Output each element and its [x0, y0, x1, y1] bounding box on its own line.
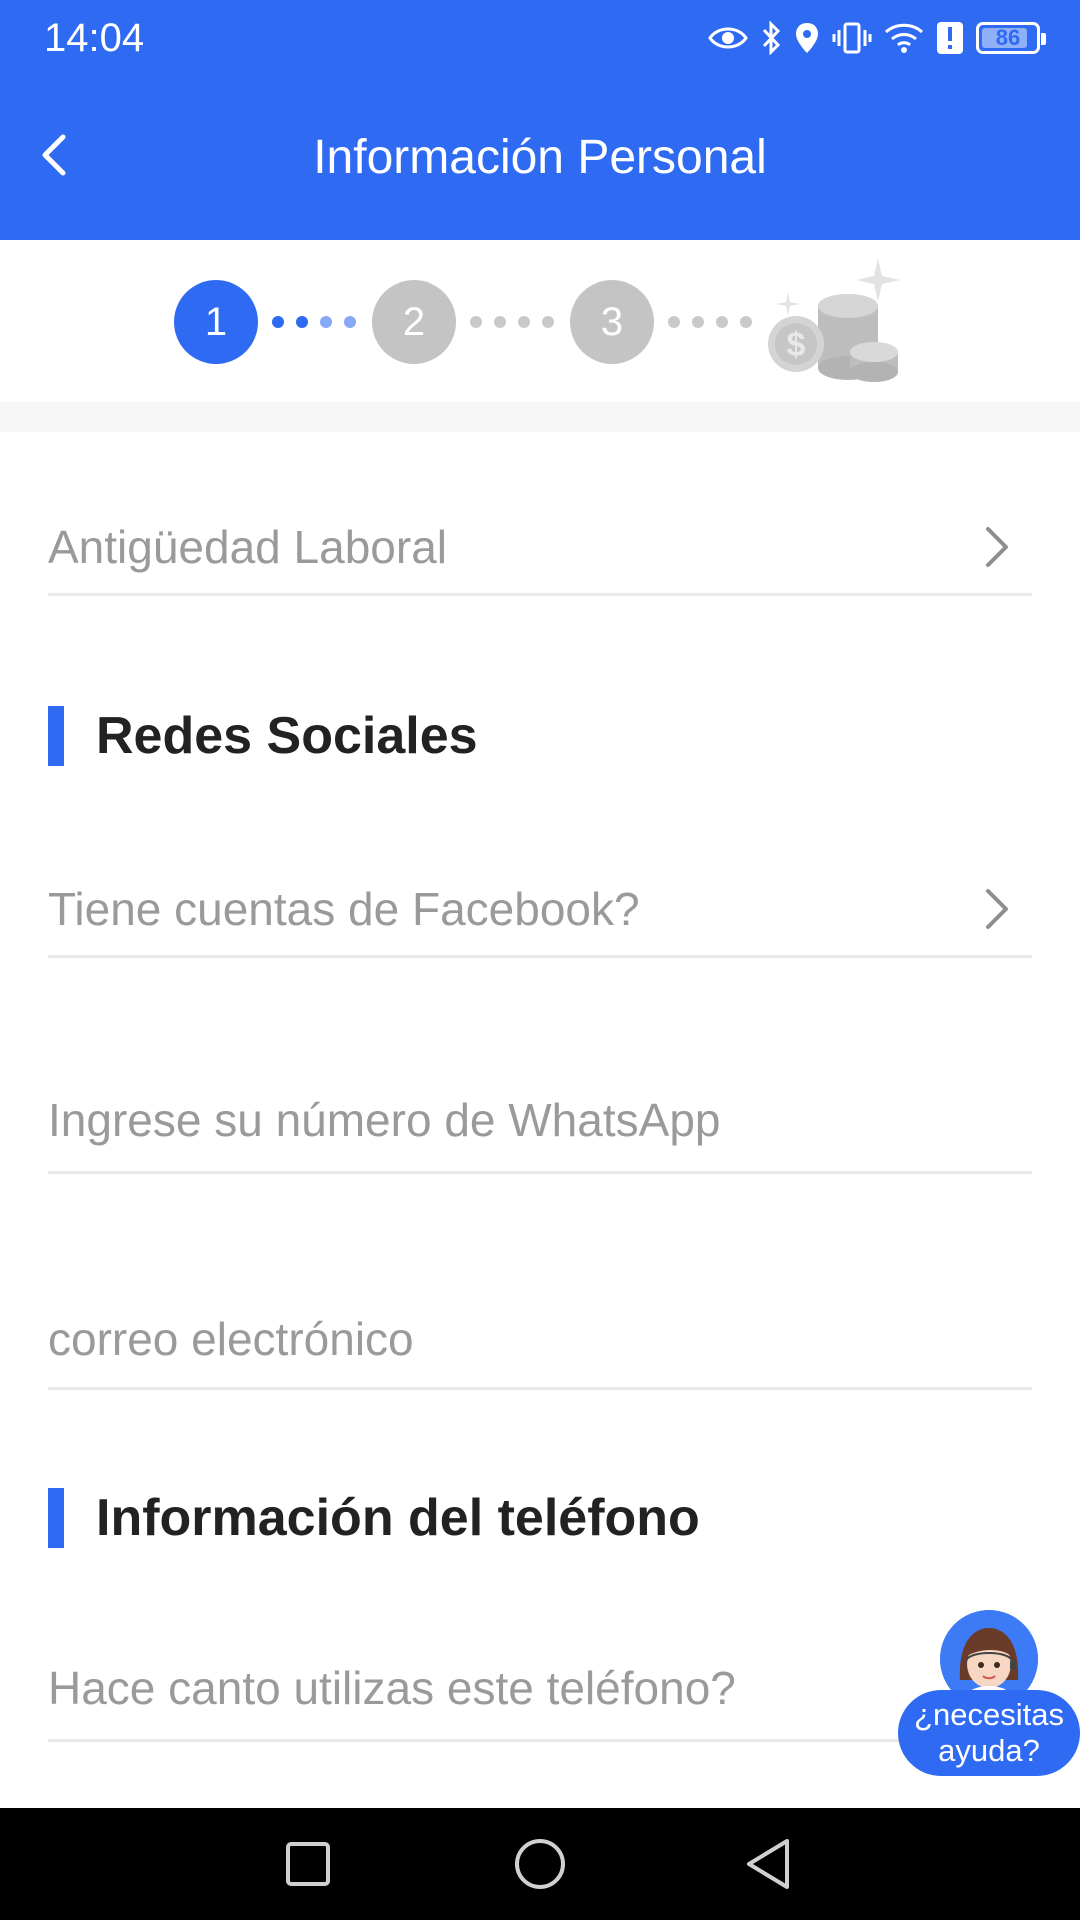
battery-level: 86 — [995, 25, 1021, 50]
back-icon — [747, 1839, 789, 1889]
chevron-right-icon — [986, 888, 1008, 929]
phone-usage-select[interactable]: Hace canto utilizas este teléfono? — [48, 1636, 1032, 1742]
help-label-line1: ¿necesitas — [914, 1697, 1064, 1732]
bluetooth-icon — [760, 21, 782, 55]
antiguedad-laboral-select[interactable]: Antigüedad Laboral — [48, 500, 1032, 596]
facebook-account-select[interactable]: Tiene cuentas de Facebook? — [48, 862, 1032, 958]
section-title-telefono: Información del teléfono — [48, 1488, 700, 1548]
step-3: 3 — [570, 280, 654, 364]
step-connector — [470, 316, 554, 328]
email-field-row — [48, 1290, 1032, 1390]
section-title-redes-sociales: Redes Sociales — [48, 706, 478, 766]
whatsapp-field-row — [48, 1068, 1032, 1174]
help-label-line2: ayuda? — [938, 1733, 1040, 1768]
step-connector — [668, 316, 752, 328]
wifi-icon — [884, 22, 924, 54]
facebook-account-label: Tiene cuentas de Facebook? — [48, 882, 640, 935]
recents-icon — [286, 1842, 330, 1886]
status-time: 14:04 — [44, 16, 145, 60]
help-button[interactable]: ¿necesitas ayuda? — [898, 1610, 1080, 1776]
recents-button[interactable] — [276, 1832, 340, 1896]
home-icon — [515, 1839, 565, 1889]
section-title-text: Información del teléfono — [96, 1489, 700, 1547]
chevron-right-icon — [986, 526, 1008, 567]
eye-icon — [708, 24, 748, 52]
location-icon — [794, 21, 820, 55]
antiguedad-laboral-label: Antigüedad Laboral — [48, 520, 447, 573]
whatsapp-input[interactable] — [48, 1092, 1032, 1147]
system-back-button[interactable] — [736, 1832, 800, 1896]
step-2: 2 — [372, 280, 456, 364]
email-input[interactable] — [48, 1311, 1032, 1366]
home-button[interactable] — [508, 1832, 572, 1896]
alert-icon — [936, 21, 964, 55]
help-label: ¿necesitas ayuda? — [898, 1690, 1080, 1776]
step-1: 1 — [174, 280, 258, 364]
section-accent-bar — [48, 706, 64, 766]
phone-usage-label: Hace canto utilizas este teléfono? — [48, 1661, 736, 1714]
status-icons: 86 — [708, 16, 1046, 60]
system-navigation-bar — [0, 1808, 1080, 1920]
battery-icon: 86 — [976, 22, 1046, 54]
app-header: 14:04 86 Información Personal — [0, 0, 1080, 240]
page-title: Información Personal — [313, 131, 767, 184]
section-divider — [0, 402, 1080, 432]
coins-icon: $ — [768, 258, 900, 382]
section-accent-bar — [48, 1488, 64, 1548]
vibrate-icon — [832, 22, 872, 54]
section-title-text: Redes Sociales — [96, 707, 478, 765]
svg-text:$: $ — [787, 326, 806, 364]
step-connector — [272, 316, 356, 328]
progress-stepper: 1 2 3 $ — [0, 240, 1080, 402]
